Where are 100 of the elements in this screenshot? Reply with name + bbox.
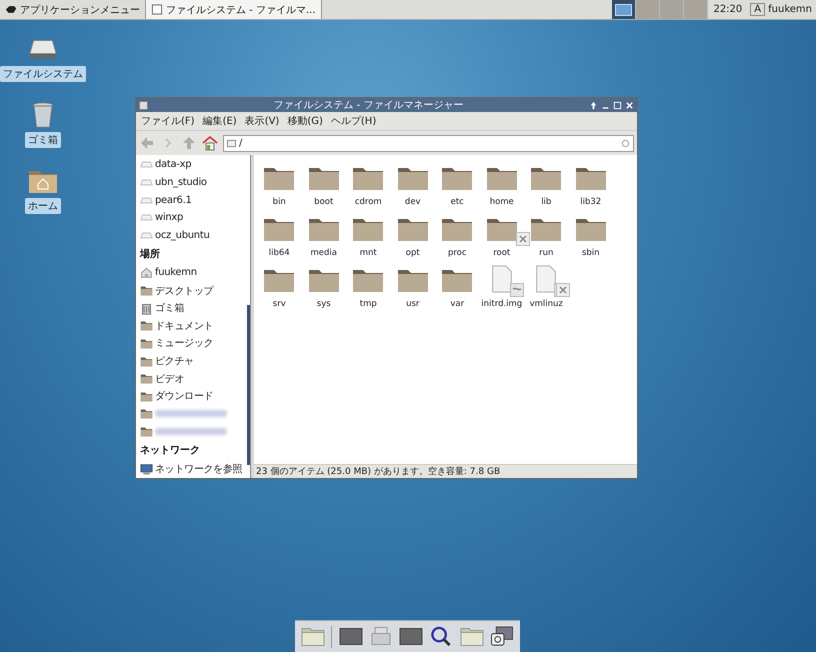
folder-icon [140, 354, 153, 368]
menu-item[interactable]: ヘルプ(H) [330, 114, 376, 128]
folder-icon [530, 165, 562, 191]
refresh-icon[interactable] [621, 138, 630, 148]
sidebar-item[interactable]: ダウンロード [155, 389, 214, 404]
sidebar-item[interactable]: ドキュメント [155, 318, 214, 333]
folder-icon [263, 267, 296, 293]
desktop-icon-label[interactable]: ゴミ箱 [25, 132, 61, 148]
folder-icon [308, 267, 340, 293]
search-icon[interactable] [429, 626, 454, 647]
folder-icon [352, 267, 384, 293]
file-name[interactable]: var [450, 299, 464, 309]
folder-icon [441, 165, 474, 191]
sidebar-item[interactable]: ocz_ubuntu [155, 230, 210, 241]
file-name[interactable]: opt [406, 248, 420, 258]
file-name[interactable]: lib32 [580, 197, 602, 207]
folder-icon [140, 319, 153, 332]
sidebar-item[interactable]: ビデオ [155, 372, 184, 386]
file-name[interactable]: tmp [360, 299, 377, 309]
file-name[interactable]: lib [541, 197, 552, 207]
window-title: ファイルシステム - ファイルマネージャー [272, 99, 464, 112]
sidebar-item[interactable]: pear6.1 [155, 194, 192, 206]
home-icon[interactable] [202, 135, 218, 151]
scrollbar[interactable] [247, 305, 250, 465]
folder-icon [574, 216, 607, 242]
file-name[interactable]: vmlinuz [530, 299, 563, 309]
folder-icon[interactable] [301, 626, 326, 647]
folder-icon [441, 267, 474, 293]
sidebar-item[interactable]: data-xp [155, 159, 192, 170]
file-name[interactable]: bin [272, 197, 286, 207]
clock[interactable]: 22:20 [708, 4, 748, 15]
desktop-icon-label[interactable]: ホーム [25, 198, 61, 214]
sidebar-item[interactable]: winxp [155, 212, 184, 224]
file-name[interactable]: usr [406, 299, 420, 309]
file-name[interactable]: srv [272, 299, 286, 309]
back-arrow-icon[interactable] [139, 135, 155, 151]
folder-icon [140, 284, 153, 298]
input-method-indicator[interactable]: A [750, 3, 766, 16]
sidebar-item[interactable]: fuukemn [155, 267, 197, 278]
folder-icon [352, 165, 384, 191]
sidebar-item[interactable]: デスクトップ [155, 284, 214, 298]
desktop-icon-label[interactable]: ファイルシステム [0, 66, 86, 82]
close-icon[interactable] [625, 100, 634, 110]
pin-icon[interactable] [589, 100, 598, 110]
folder-icon [396, 267, 429, 293]
menu-item[interactable]: 表示(V) [244, 114, 280, 128]
home-icon [140, 266, 153, 280]
file-name[interactable]: home [490, 197, 514, 207]
sidebar-heading: 場所 [138, 248, 161, 262]
file-name[interactable]: initrd.img [481, 299, 522, 309]
workspace-button[interactable] [612, 0, 636, 19]
file-name[interactable]: root [493, 248, 510, 258]
file-icon [534, 265, 558, 293]
menu-item[interactable]: 移動(G) [287, 114, 323, 128]
folder-icon [486, 165, 518, 191]
folder-icon [140, 390, 153, 403]
sidebar-item[interactable]: ピクチャ [155, 354, 194, 368]
location-field[interactable]: / [223, 134, 634, 152]
folder-icon [263, 216, 296, 242]
file-name[interactable]: sys [316, 299, 331, 309]
folder-icon [140, 372, 153, 386]
folder-icon[interactable] [460, 626, 484, 647]
file-icon [490, 265, 514, 293]
home-folder-icon[interactable] [28, 168, 58, 194]
taskbar-button[interactable]: ファイルシステム - ファイルマ... [145, 0, 322, 19]
menu-item[interactable]: 編集(E) [202, 114, 237, 128]
menu-item[interactable]: ファイル(F) [141, 114, 195, 128]
sidebar-heading: ネットワーク [139, 444, 201, 458]
maximize-icon[interactable] [613, 100, 622, 110]
folder-icon [263, 165, 296, 191]
folder-icon [486, 216, 518, 242]
file-name[interactable]: sbin [582, 248, 600, 258]
sidebar-item[interactable]: ネットワークを参照 [155, 462, 242, 476]
window-icon [151, 4, 163, 15]
printer-icon[interactable] [368, 626, 393, 647]
file-name[interactable]: boot [314, 197, 334, 207]
folder-icon [530, 216, 562, 242]
file-name[interactable]: dev [404, 197, 421, 207]
sidebar-item[interactable]: ミュージック [155, 336, 214, 350]
folder-icon [396, 165, 429, 191]
screenshot-icon[interactable] [490, 626, 514, 647]
folder-icon [574, 165, 607, 191]
trash-icon [140, 302, 153, 315]
folder-icon [308, 216, 340, 242]
terminal-icon[interactable] [399, 626, 424, 647]
user-name[interactable]: fuukemn [768, 4, 816, 15]
up-arrow-icon[interactable] [181, 135, 197, 151]
window-icon [139, 100, 148, 110]
terminal-icon[interactable] [338, 626, 363, 647]
folder-icon [396, 216, 429, 242]
file-name[interactable]: media [310, 248, 337, 258]
sidebar-item[interactable]: ゴミ箱 [155, 301, 184, 316]
file-name[interactable]: run [539, 248, 554, 258]
file-name[interactable]: cdrom [354, 197, 382, 207]
sidebar-item[interactable]: ubn_studio [155, 176, 207, 188]
file-name[interactable]: proc [448, 248, 467, 258]
file-name[interactable]: etc [450, 197, 464, 207]
applications-menu-button[interactable]: アプリケーションメニュー [0, 0, 145, 19]
file-name[interactable]: lib64 [268, 248, 290, 258]
file-name[interactable]: mnt [360, 248, 377, 258]
